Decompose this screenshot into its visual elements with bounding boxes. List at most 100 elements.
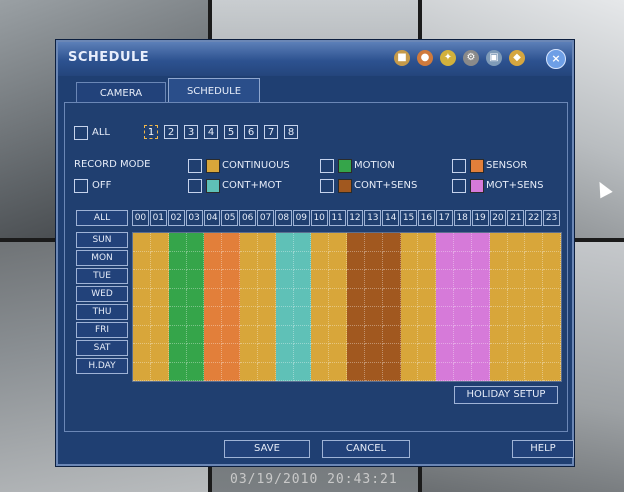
schedule-cell[interactable] (400, 233, 419, 252)
schedule-cell[interactable] (489, 325, 508, 344)
schedule-cell[interactable] (364, 288, 383, 307)
hour-16-header[interactable]: 16 (418, 210, 435, 226)
schedule-cell[interactable] (454, 325, 472, 344)
schedule-cell[interactable] (293, 270, 312, 289)
schedule-cell[interactable] (507, 251, 526, 270)
schedule-cell[interactable] (222, 288, 240, 307)
schedule-cell[interactable] (186, 288, 205, 307)
schedule-cell[interactable] (489, 270, 508, 289)
schedule-cell[interactable] (471, 325, 490, 344)
schedule-cell[interactable] (293, 251, 312, 270)
schedule-cell[interactable] (311, 288, 330, 307)
schedule-cell[interactable] (133, 288, 151, 307)
schedule-cell[interactable] (275, 344, 294, 363)
schedule-cell[interactable] (275, 362, 294, 381)
schedule-cell[interactable] (543, 362, 561, 381)
schedule-cell[interactable] (168, 270, 187, 289)
schedule-cell[interactable] (382, 251, 401, 270)
schedule-cell[interactable] (525, 233, 544, 252)
close-icon[interactable]: × (546, 49, 566, 69)
schedule-cell[interactable] (364, 344, 383, 363)
camera-5-button[interactable]: 5 (224, 125, 238, 139)
hour-13-header[interactable]: 13 (364, 210, 382, 226)
schedule-cell[interactable] (275, 270, 294, 289)
camera-2-button[interactable]: 2 (164, 125, 178, 139)
camera-7-button[interactable]: 7 (264, 125, 278, 139)
schedule-cell[interactable] (543, 288, 561, 307)
schedule-cell[interactable] (525, 288, 544, 307)
schedule-cell[interactable] (382, 288, 401, 307)
schedule-cell[interactable] (525, 270, 544, 289)
camera-3-button[interactable]: 3 (184, 125, 198, 139)
schedule-cell[interactable] (454, 362, 472, 381)
schedule-cell[interactable] (436, 344, 454, 363)
schedule-cell[interactable] (489, 307, 508, 326)
schedule-cell[interactable] (525, 344, 544, 363)
schedule-cell[interactable] (293, 288, 312, 307)
schedule-cell[interactable] (471, 270, 490, 289)
schedule-cell[interactable] (400, 325, 419, 344)
schedule-cell[interactable] (347, 344, 365, 363)
schedule-cell[interactable] (525, 307, 544, 326)
schedule-cell[interactable] (133, 362, 151, 381)
camera-1-button[interactable]: 1 (144, 125, 158, 139)
hour-05-header[interactable]: 05 (221, 210, 239, 226)
schedule-cell[interactable] (454, 344, 472, 363)
hour-02-header[interactable]: 02 (167, 210, 185, 226)
schedule-cell[interactable] (168, 288, 187, 307)
hour-10-header[interactable]: 10 (310, 210, 328, 226)
camera-4-button[interactable]: 4 (204, 125, 218, 139)
schedule-cell[interactable] (293, 344, 312, 363)
schedule-cell[interactable] (257, 233, 276, 252)
schedule-cell[interactable] (275, 325, 294, 344)
schedule-cell[interactable] (347, 270, 365, 289)
schedule-cell[interactable] (525, 251, 544, 270)
schedule-cell[interactable] (489, 362, 508, 381)
schedule-cell[interactable] (347, 307, 365, 326)
schedule-cell[interactable] (400, 251, 419, 270)
camera-6-button[interactable]: 6 (244, 125, 258, 139)
schedule-cell[interactable] (311, 362, 330, 381)
save-button[interactable]: SAVE (224, 440, 310, 458)
hour-09-header[interactable]: 09 (292, 210, 310, 226)
schedule-cell[interactable] (400, 344, 419, 363)
schedule-cell[interactable] (329, 251, 347, 270)
schedule-cell[interactable] (150, 270, 169, 289)
tab-schedule[interactable]: SCHEDULE (168, 78, 260, 104)
day-mon-button[interactable]: MON (76, 250, 128, 266)
hour-03-header[interactable]: 03 (185, 210, 203, 226)
day-tue-button[interactable]: TUE (76, 268, 128, 284)
schedule-cell[interactable] (311, 325, 330, 344)
schedule-cell[interactable] (257, 288, 276, 307)
schedule-cell[interactable] (204, 307, 223, 326)
schedule-cell[interactable] (311, 233, 330, 252)
schedule-cell[interactable] (507, 325, 526, 344)
schedule-cell[interactable] (364, 270, 383, 289)
schedule-cell[interactable] (186, 233, 205, 252)
schedule-cell[interactable] (168, 307, 187, 326)
schedule-cell[interactable] (133, 270, 151, 289)
schedule-cell[interactable] (364, 325, 383, 344)
camera-setup-icon[interactable]: ■ (394, 50, 410, 66)
schedule-cell[interactable] (133, 233, 151, 252)
schedule-cell[interactable] (400, 270, 419, 289)
schedule-cell[interactable] (222, 307, 240, 326)
schedule-cell[interactable] (507, 307, 526, 326)
schedule-cell[interactable] (150, 251, 169, 270)
schedule-cell[interactable] (507, 270, 526, 289)
schedule-cell[interactable] (507, 288, 526, 307)
schedule-cell[interactable] (436, 307, 454, 326)
schedule-cell[interactable] (275, 307, 294, 326)
schedule-cell[interactable] (418, 270, 437, 289)
schedule-cell[interactable] (471, 288, 490, 307)
schedule-cell[interactable] (364, 251, 383, 270)
schedule-cell[interactable] (454, 288, 472, 307)
schedule-cell[interactable] (275, 288, 294, 307)
schedule-cell[interactable] (204, 325, 223, 344)
schedule-cell[interactable] (222, 251, 240, 270)
schedule-cell[interactable] (311, 251, 330, 270)
schedule-cell[interactable] (222, 325, 240, 344)
day-thu-button[interactable]: THU (76, 304, 128, 320)
schedule-cell[interactable] (293, 233, 312, 252)
hour-21-header[interactable]: 21 (507, 210, 525, 226)
